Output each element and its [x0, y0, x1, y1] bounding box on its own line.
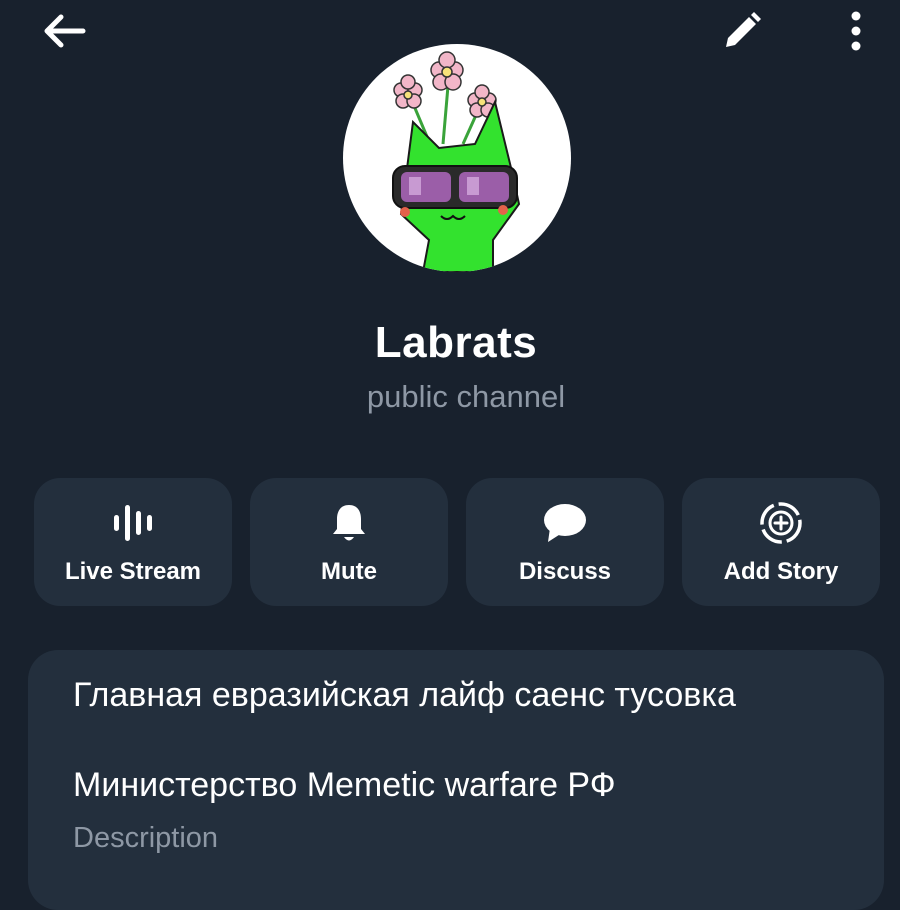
more-vertical-icon	[851, 11, 861, 51]
description-label: Description	[73, 822, 219, 854]
edit-button[interactable]	[712, 6, 772, 56]
channel-description-line-2: Министерство Memetic warfare РФ	[73, 766, 616, 804]
discuss-label: Discuss	[518, 558, 612, 585]
channel-type: public channel	[366, 379, 566, 414]
more-button[interactable]	[832, 6, 880, 56]
channel-description-line-1: Главная евразийская лайф саенс тусовка	[73, 676, 736, 714]
discuss-button[interactable]: Discuss	[466, 478, 664, 606]
channel-avatar[interactable]	[343, 44, 571, 272]
pencil-icon	[726, 12, 761, 47]
bell-icon	[333, 505, 365, 541]
live-stream-icon	[114, 505, 152, 541]
mute-button[interactable]: Mute	[250, 478, 448, 606]
chat-bubble-icon	[544, 504, 586, 542]
channel-info-card: Главная евразийская лайф саенс тусовка М…	[28, 650, 884, 910]
arrow-left-icon	[44, 14, 86, 48]
live-stream-label: Live Stream	[64, 558, 202, 585]
back-button[interactable]	[34, 6, 96, 56]
mute-label: Mute	[321, 558, 377, 585]
channel-name: Labrats	[374, 318, 538, 367]
avatar-image	[392, 51, 521, 272]
action-bar: Live Stream Mute Discuss Add Story	[0, 478, 900, 606]
add-story-button[interactable]: Add Story	[682, 478, 880, 606]
add-story-icon	[760, 502, 802, 544]
live-stream-button[interactable]: Live Stream	[34, 478, 232, 606]
add-story-label: Add Story	[723, 558, 839, 585]
